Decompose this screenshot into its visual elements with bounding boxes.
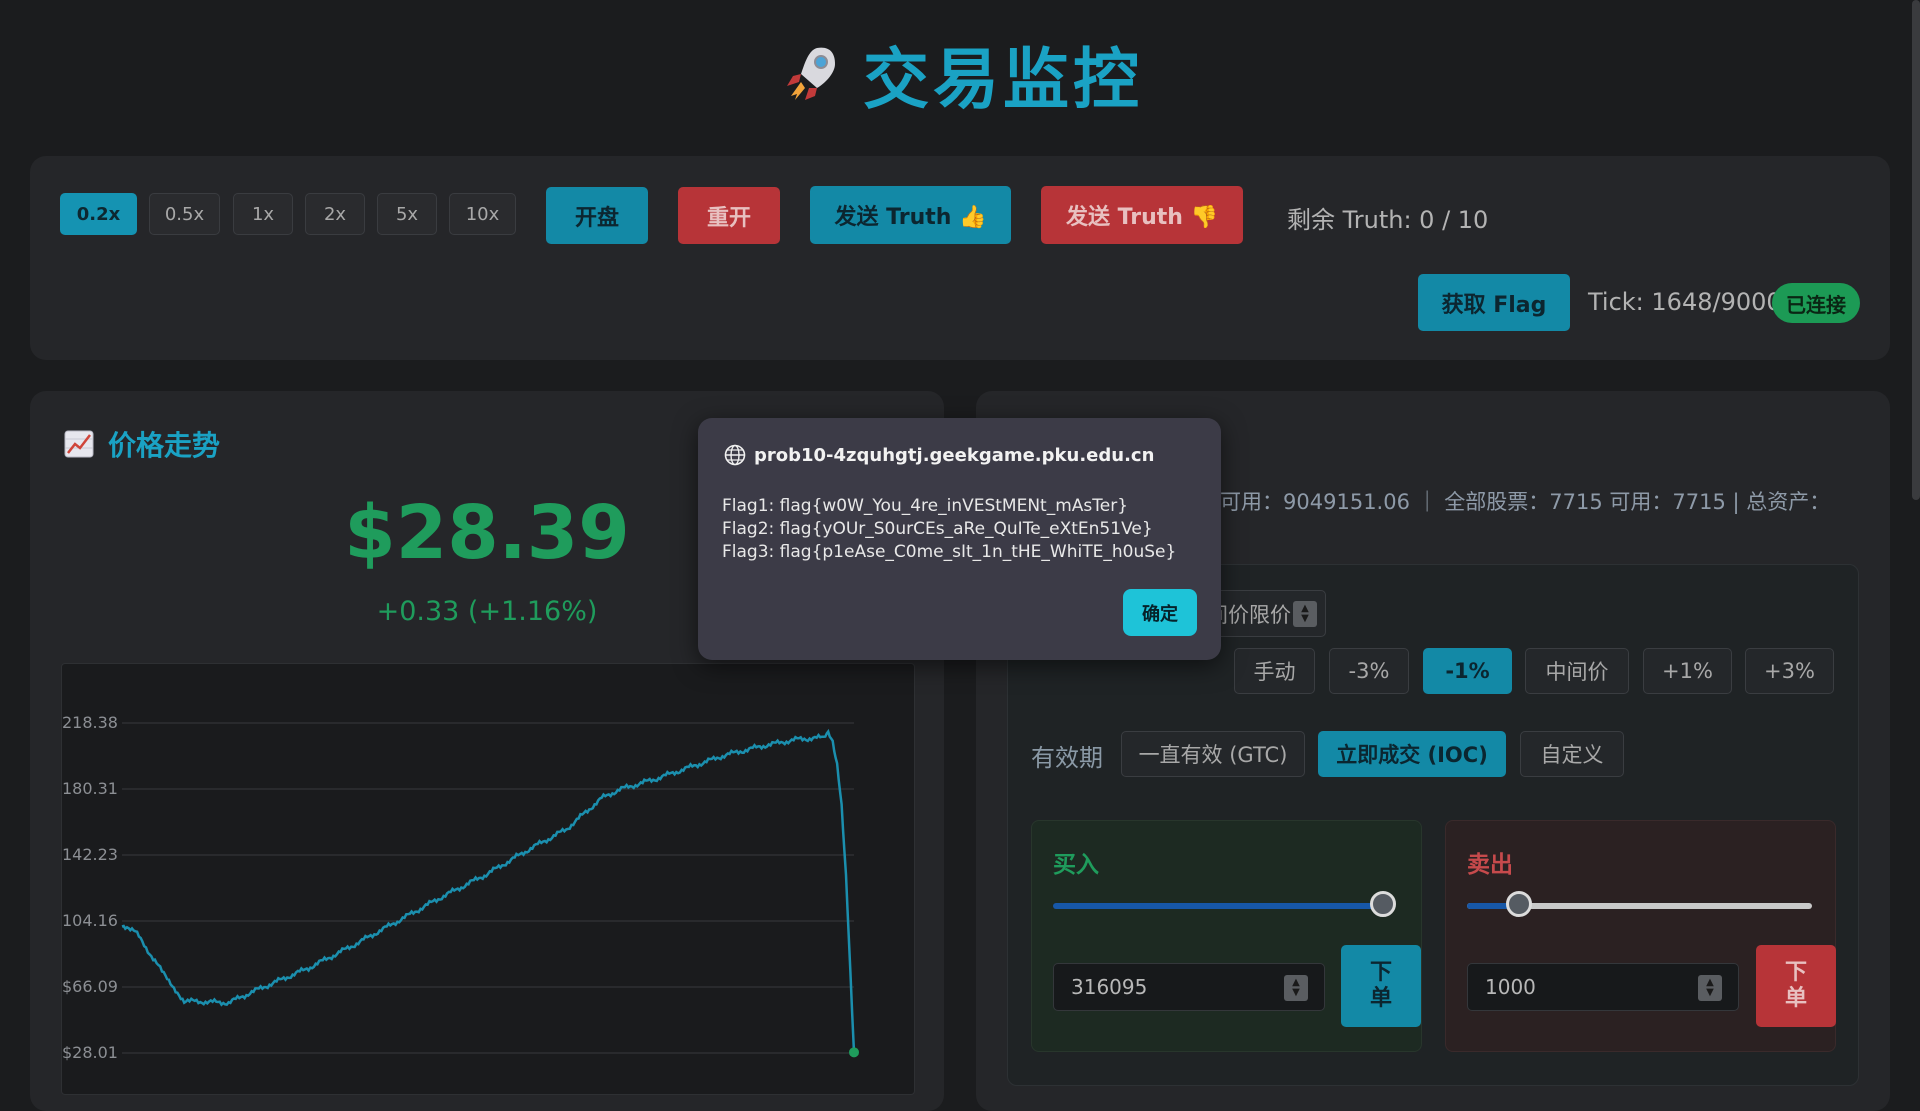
price-option-mid[interactable]: 中间价 (1525, 648, 1629, 694)
price-panel-title: 价格走势 (64, 424, 220, 464)
chart-y-tick-label: 142.23 (62, 845, 118, 864)
buy-quantity-spinner-icon[interactable]: ▲ ▼ (1284, 975, 1308, 1001)
price-chart: 218.38 180.31 142.23 104.16 $66.09 $28.01 (61, 663, 915, 1095)
sell-slider-thumb[interactable] (1505, 891, 1532, 917)
validity-ioc-button[interactable]: 立即成交 (IOC) (1318, 731, 1506, 777)
globe-icon (724, 444, 746, 466)
dialog-host: prob10-4zquhgtj.geekgame.pku.edu.cn (724, 444, 1154, 466)
price-option-manual[interactable]: 手动 (1234, 648, 1315, 694)
chart-y-tick-label: 180.31 (62, 779, 118, 798)
restart-button[interactable]: 重开 (678, 187, 780, 244)
rocket-icon (787, 47, 835, 100)
speed-button-5x[interactable]: 5x (377, 193, 437, 235)
buy-slider-thumb[interactable] (1370, 891, 1396, 917)
price-option-plus-1[interactable]: +1% (1643, 648, 1732, 694)
price-option-minus-3[interactable]: -3% (1329, 648, 1409, 694)
validity-custom-button[interactable]: 自定义 (1520, 731, 1624, 777)
chart-y-tick-label: $28.01 (62, 1043, 118, 1062)
send-truth-down-button[interactable]: 发送 Truth 👎 (1041, 186, 1243, 244)
dialog-flag-line: Flag1: flag{w0W_You_4re_inVEStMENt_mAsTe… (722, 496, 1129, 516)
price-option-plus-3[interactable]: +3% (1745, 648, 1834, 694)
tick-counter: Tick: 1648/9000 (1588, 288, 1782, 316)
price-panel-title-text: 价格走势 (108, 429, 221, 462)
page-header: 交易监控 (0, 34, 1920, 118)
chart-y-tick-label: $66.09 (62, 977, 118, 996)
buy-submit-label: 下单 (1369, 960, 1392, 1011)
buy-quantity-value: 316095 (1071, 975, 1148, 999)
account-summary: 5 可用：9049151.06 ｜ 全部股票：7715 可用：7715 | 总资… (1200, 490, 1831, 514)
sell-quantity-spinner-icon[interactable]: ▲ ▼ (1698, 975, 1722, 1001)
sell-label: 卖出 (1467, 852, 1513, 878)
speed-button-10x[interactable]: 10x (449, 193, 516, 235)
send-truth-up-button[interactable]: 发送 Truth 👍 (810, 186, 1011, 244)
get-flag-button[interactable]: 获取 Flag (1418, 274, 1570, 331)
last-price-point (849, 1047, 859, 1058)
dialog-ok-button[interactable]: 确定 (1123, 589, 1197, 636)
buy-submit-button[interactable]: 下单 (1341, 945, 1421, 1027)
price-line (121, 728, 856, 1053)
dialog-flag-line: Flag2: flag{yOUr_S0urCEs_aRe_QuITe_eXtEn… (722, 519, 1153, 539)
sell-submit-button[interactable]: 下单 (1756, 945, 1836, 1027)
speed-button-2x[interactable]: 2x (305, 193, 365, 235)
chart-icon (64, 430, 94, 458)
buy-quantity-input[interactable]: 316095 ▲ ▼ (1053, 963, 1325, 1011)
page-title: 交易监控 (863, 41, 1143, 118)
speed-button-1x[interactable]: 1x (233, 193, 293, 235)
sell-quantity-value: 1000 (1485, 975, 1536, 999)
sell-quantity-input[interactable]: 1000 ▲ ▼ (1467, 963, 1739, 1011)
connection-status-badge: 已连接 (1772, 283, 1860, 323)
dialog-flag-line: Flag3: flag{p1eAse_C0me_sIt_1n_tHE_WhiTE… (722, 542, 1177, 562)
page-scrollbar[interactable] (1912, 0, 1920, 500)
buy-label: 买入 (1053, 852, 1099, 878)
sell-submit-label: 下单 (1784, 960, 1807, 1011)
validity-gtc-button[interactable]: 一直有效 (GTC) (1121, 731, 1305, 777)
open-market-button[interactable]: 开盘 (546, 187, 648, 244)
order-type-spinner-icon: ▲ ▼ (1293, 600, 1317, 627)
validity-label: 有效期 (1031, 744, 1103, 772)
remaining-truth-counter: 剩余 Truth: 0 / 10 (1287, 206, 1489, 234)
dialog-host-text: prob10-4zquhgtj.geekgame.pku.edu.cn (754, 444, 1155, 466)
speed-button-0.2x[interactable]: 0.2x (60, 193, 137, 235)
price-chart-svg: 218.38 180.31 142.23 104.16 $66.09 $28.01 (62, 713, 859, 1062)
price-option-minus-1[interactable]: -1% (1423, 648, 1512, 694)
chart-y-tick-label: 218.38 (62, 713, 118, 732)
chart-y-tick-label: 104.16 (62, 911, 118, 930)
buy-slider-track[interactable] (1053, 903, 1383, 909)
speed-button-0.5x[interactable]: 0.5x (149, 193, 220, 235)
